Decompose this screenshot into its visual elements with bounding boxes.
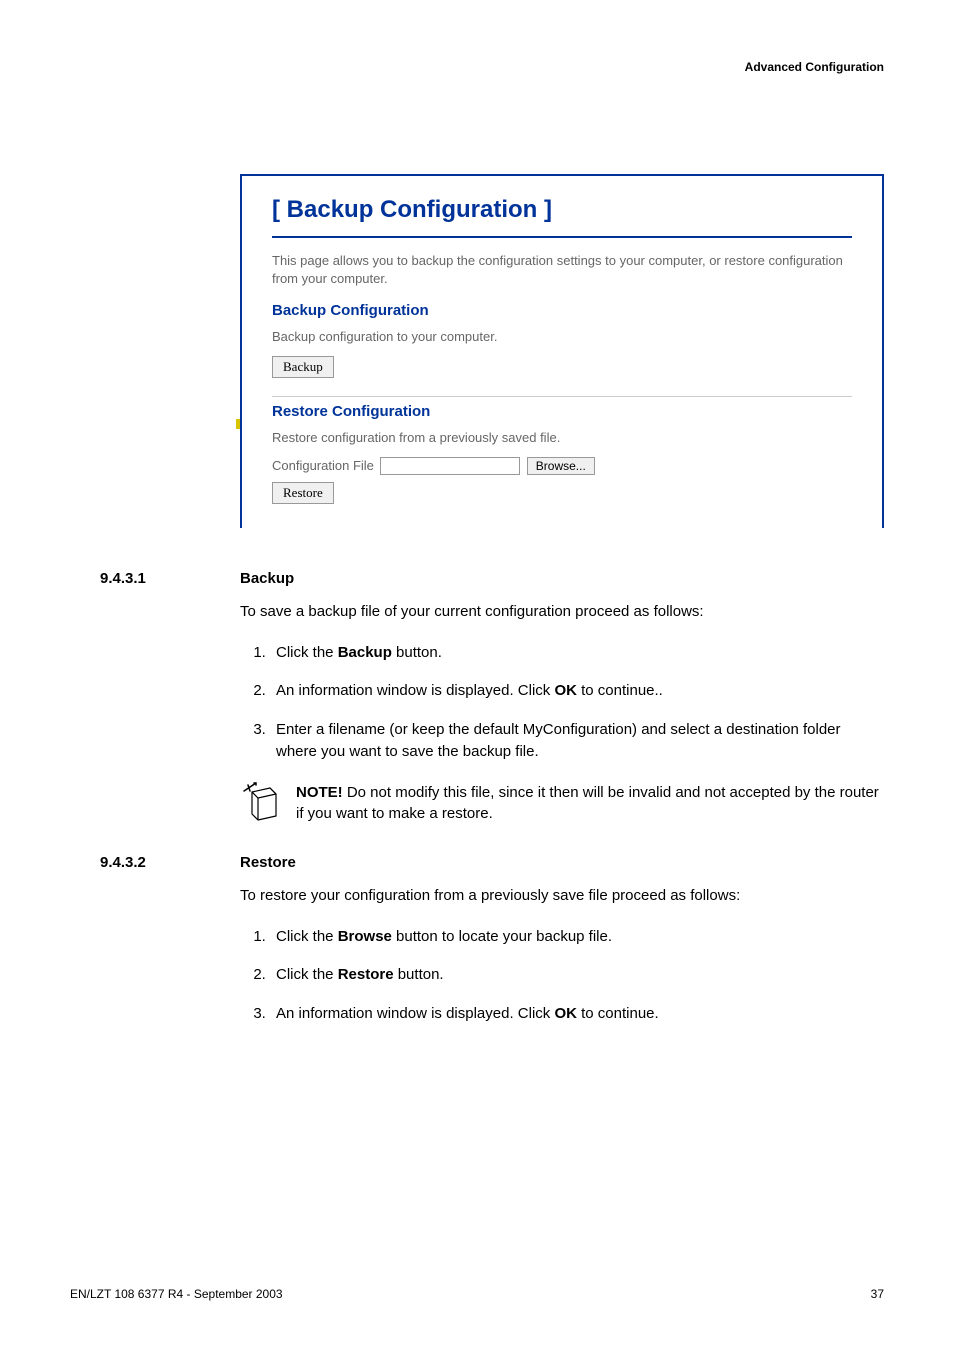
restore-description: Restore configuration from a previously … [272, 430, 852, 445]
note-icon [240, 780, 284, 824]
restore-heading: Restore Configuration [272, 403, 852, 420]
panel-title: [ Backup Configuration ] [272, 196, 852, 224]
config-screenshot-panel: [ Backup Configuration ] This page allow… [240, 174, 884, 528]
divider [272, 396, 852, 397]
note-text: NOTE! Do not modify this file, since it … [296, 780, 884, 824]
panel-intro-text: This page allows you to backup the confi… [272, 252, 852, 288]
section1-step-1: Click the Backup button. [270, 642, 884, 665]
section2-step-1: Click the Browse button to locate your b… [270, 926, 884, 949]
section2-intro: To restore your configuration from a pre… [240, 885, 884, 906]
section2-step-3: An information window is displayed. Clic… [270, 1003, 884, 1026]
backup-heading: Backup Configuration [272, 302, 852, 319]
section-number-2: 9.4.3.2 [70, 854, 240, 871]
config-file-input[interactable] [380, 457, 520, 475]
backup-description: Backup configuration to your computer. [272, 329, 852, 344]
config-file-label: Configuration File [272, 459, 374, 474]
section1-step-2: An information window is displayed. Clic… [270, 680, 884, 703]
section-title-2: Restore [240, 854, 296, 871]
section-number-1: 9.4.3.1 [70, 570, 240, 587]
page-marker [236, 419, 240, 429]
footer-docref: EN/LZT 108 6377 R4 - September 2003 [70, 1287, 283, 1301]
browse-button[interactable]: Browse... [527, 457, 595, 475]
footer-pagenum: 37 [871, 1287, 884, 1301]
restore-button[interactable]: Restore [272, 482, 334, 504]
header-section-label: Advanced Configuration [70, 60, 884, 74]
section1-step-3: Enter a filename (or keep the default My… [270, 719, 884, 764]
title-underline [272, 236, 852, 238]
backup-button[interactable]: Backup [272, 356, 334, 378]
section2-step-2: Click the Restore button. [270, 964, 884, 987]
section1-intro: To save a backup file of your current co… [240, 601, 884, 622]
section-title-1: Backup [240, 570, 294, 587]
